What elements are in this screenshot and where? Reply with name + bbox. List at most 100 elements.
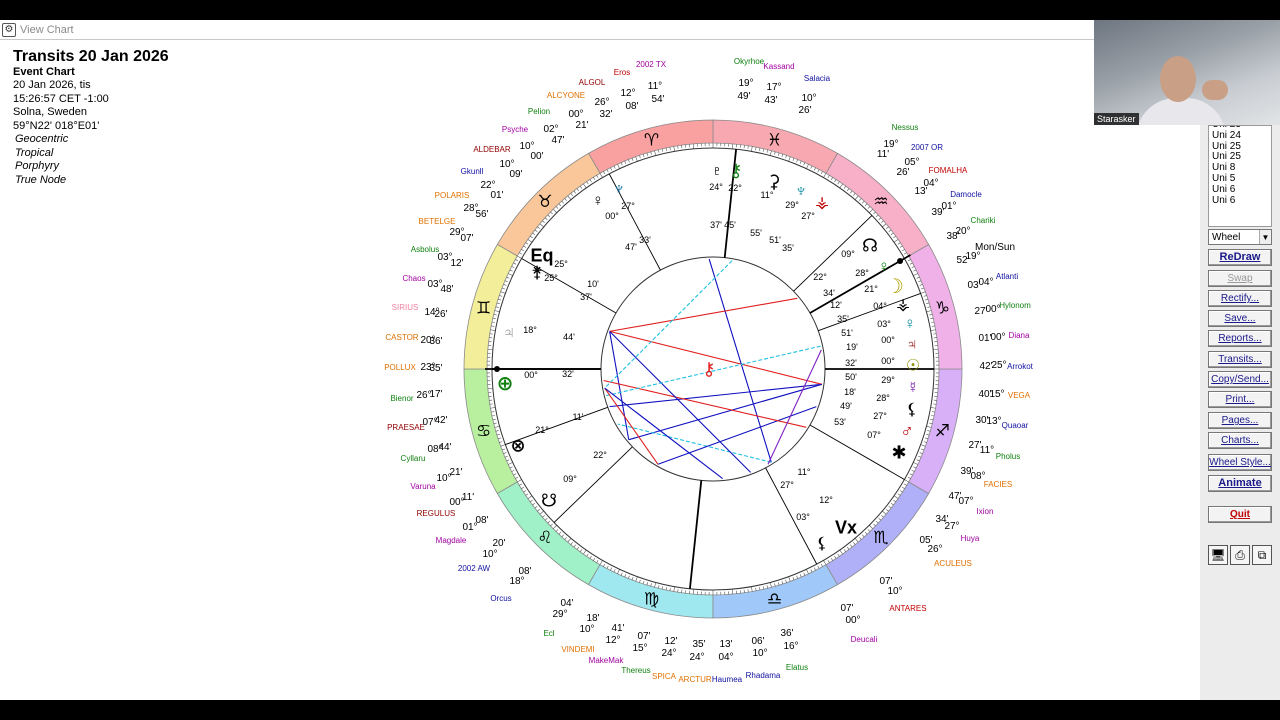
redraw-button[interactable]: ReDraw [1208, 249, 1272, 266]
degree-tick [777, 582, 780, 586]
outer-point-label: 10° [801, 93, 816, 104]
charts-button[interactable]: Charts... [1208, 432, 1272, 449]
sign-glyph-aquarius: ♒ [873, 192, 888, 211]
planet-glyph-icon: ⚳ [767, 171, 780, 191]
degree-tick [525, 493, 529, 496]
rectify-button[interactable]: Rectify... [1208, 290, 1272, 307]
degree-tick [785, 579, 787, 583]
reports-button[interactable]: Reports... [1208, 330, 1272, 347]
degree-tick [803, 162, 806, 166]
chevron-down-icon[interactable]: ▼ [1259, 230, 1271, 244]
degree-tick [755, 147, 757, 151]
outer-point-label: Bienor [390, 394, 413, 403]
degree-tick [792, 157, 795, 161]
degree-tick [624, 160, 627, 164]
degree-tick [508, 462, 513, 465]
degree-tick [532, 232, 536, 236]
degree-tick [901, 486, 905, 490]
outer-point-label: 06' [751, 636, 764, 647]
outer-point-label: BETELGE [419, 217, 456, 226]
degree-tick [496, 302, 500, 305]
house-degree-label: 18' [844, 387, 856, 397]
degree-tick [921, 287, 925, 290]
outer-point-label: 24° [689, 652, 704, 663]
quit-button[interactable]: Quit [1208, 506, 1272, 523]
degree-tick [806, 164, 809, 169]
degree-tick [596, 559, 599, 563]
outer-point-label: 38' [946, 231, 959, 242]
sign-glyph-sagittarius: ♐ [935, 421, 950, 440]
degree-tick [555, 529, 559, 532]
planet-glyph-icon: ♀ [878, 259, 890, 276]
uni-list-item[interactable]: Uni 24 [1209, 130, 1271, 142]
astrology-chart-wheel[interactable]: ♋♌♍ ♎♏♐♑♒♓♈♉♊⚷00° 32'21°11'22°09°27°00°24°… [0, 20, 1200, 700]
planet-glyph-icon: ♂ [900, 420, 914, 440]
degree-tick [527, 239, 533, 243]
sign-glyph-libra: ♎ [767, 589, 782, 608]
outer-point-label: Ixion [977, 507, 994, 516]
printer-icon[interactable]: ⎙ [1230, 545, 1250, 565]
wheel-style-button[interactable]: Wheel Style... [1208, 454, 1272, 471]
degree-tick [781, 153, 784, 158]
degree-tick [762, 586, 765, 590]
degree-tick [506, 276, 510, 279]
degree-tick [830, 177, 834, 181]
degree-tick [596, 175, 599, 179]
outer-point-label: ALGOL [579, 78, 606, 87]
house-degree-label: 03° [796, 512, 810, 522]
outer-point-label: 10° [482, 549, 497, 560]
degree-tick [777, 152, 780, 156]
degree-tick [837, 553, 840, 557]
degree-tick [491, 415, 495, 417]
animate-button[interactable]: Animate [1208, 475, 1272, 492]
degree-tick [890, 502, 894, 506]
outer-point-label: POLLUX [384, 363, 416, 372]
save-button[interactable]: Save... [1208, 310, 1272, 327]
print-button[interactable]: Print... [1208, 391, 1272, 408]
export-icon[interactable]: ⧉ [1252, 545, 1272, 565]
degree-tick [521, 486, 525, 490]
uni-list-item[interactable]: Uni 6 [1209, 184, 1271, 196]
uni-list-item[interactable]: Uni 6 [1209, 195, 1271, 207]
degree-tick [513, 262, 517, 265]
house-degree-label: 12' [830, 300, 842, 310]
house-degree-label: 51' [769, 235, 781, 245]
house-degree-label: 45' [724, 220, 736, 230]
outer-point-label: 03' [967, 280, 980, 291]
outer-point-label: 11° [980, 445, 994, 456]
outer-point-label: 08' [625, 101, 638, 112]
degree-tick [628, 159, 630, 163]
degree-tick [859, 198, 862, 201]
degree-tick [499, 441, 503, 443]
degree-tick [893, 235, 897, 239]
outer-point-label: 27' [968, 440, 981, 451]
outer-point-label: 00° [990, 332, 1005, 343]
degree-tick [534, 229, 538, 232]
swap-button[interactable]: Swap [1208, 270, 1272, 287]
degree-tick [813, 167, 816, 171]
degree-tick [774, 583, 776, 587]
pages-button[interactable]: Pages... [1208, 412, 1272, 429]
house-degree-label: 55' [750, 228, 762, 238]
outer-point-label: 20' [492, 538, 505, 549]
planet-glyph-icon: Eq [530, 245, 553, 265]
transits-button[interactable]: Transits... [1208, 351, 1272, 368]
degree-tick [519, 483, 523, 486]
outer-point-label: Psyche [502, 125, 529, 134]
outer-point-label: SPICA [652, 672, 677, 681]
outer-point-label: 2002 TX [636, 60, 667, 69]
webcam-name: Starasker [1094, 113, 1139, 125]
wheel-select[interactable]: Wheel ▼ [1208, 229, 1272, 245]
degree-tick [923, 441, 927, 443]
degree-tick [499, 295, 503, 297]
planet-glyph-icon: Vx [835, 517, 857, 537]
uni-list[interactable]: Uni 23Uni 24Uni 25Uni 25Uni 8Uni 5Uni 6U… [1208, 125, 1272, 227]
monitor-icon[interactable]: 🖥 [1208, 545, 1228, 565]
copy-send-button[interactable]: Copy/Send... [1208, 371, 1272, 388]
outer-point-label: 11° [648, 81, 662, 92]
degree-tick [867, 206, 871, 209]
center-marker-icon: ⚷ [702, 359, 715, 379]
degree-tick [519, 252, 523, 255]
degree-tick [929, 422, 933, 424]
sign-glyph-virgo: ♍ [644, 589, 659, 608]
